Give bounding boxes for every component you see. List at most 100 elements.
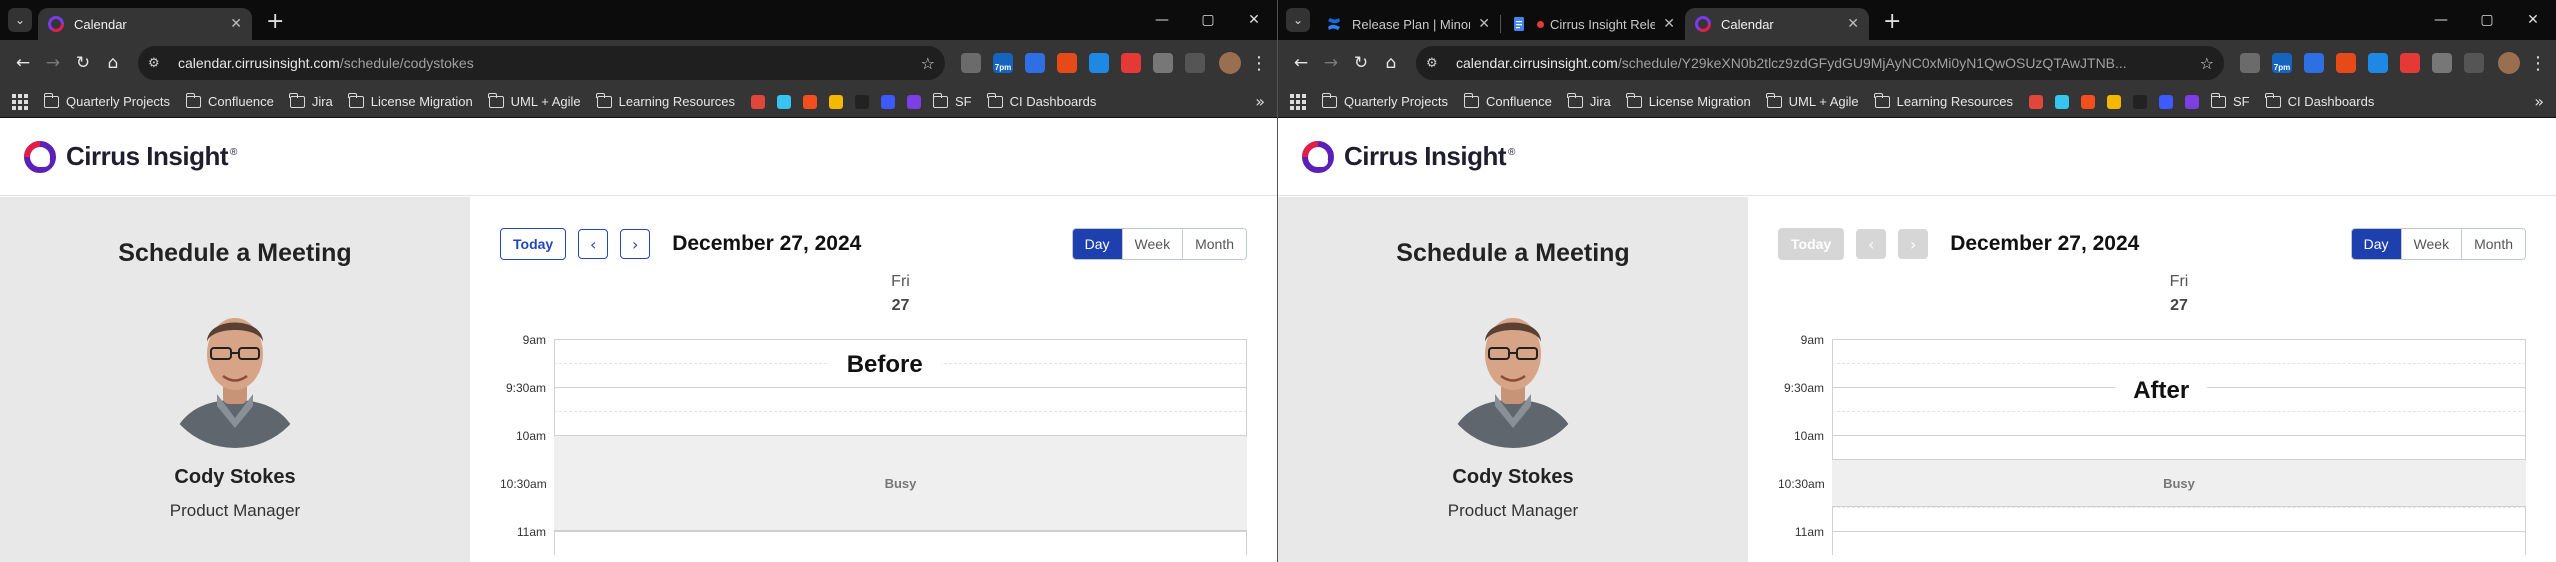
slot-cell[interactable] — [1832, 411, 2526, 435]
close-window-button[interactable]: ✕ — [2510, 0, 2556, 40]
bookmark-star-icon[interactable]: ☆ — [921, 54, 935, 73]
bookmark-icon[interactable] — [803, 94, 829, 109]
profile-extension-icon[interactable] — [1089, 53, 1109, 73]
slot-cell[interactable] — [1832, 531, 2526, 555]
reload-button[interactable]: ↻ — [1346, 48, 1376, 78]
bookmark-icon[interactable] — [2029, 94, 2055, 109]
bookmark-icon[interactable] — [777, 94, 803, 109]
slot-cell[interactable] — [1832, 435, 2526, 459]
tab-close-icon[interactable]: ✕ — [1839, 16, 1859, 32]
bookmark-folder[interactable]: License Migration — [348, 92, 473, 109]
calendar-extension-icon[interactable]: 7pm — [993, 53, 1013, 73]
bookmark-icon[interactable] — [2081, 94, 2107, 109]
maximize-button[interactable]: ▢ — [1185, 0, 1231, 40]
next-day-button[interactable]: › — [620, 229, 651, 259]
bookmark-folder[interactable]: Quarterly Projects — [43, 92, 170, 109]
bookmark-folder[interactable]: Learning Resources — [596, 92, 735, 109]
bookmark-folder[interactable]: Confluence — [1463, 92, 1552, 109]
bookmark-folder[interactable]: SF — [932, 92, 972, 109]
bookmark-icon[interactable] — [2107, 94, 2133, 109]
browser-tab[interactable]: Release Plan | Minor | Prod. 12/✕ — [1316, 8, 1500, 40]
site-info-icon[interactable]: ⚙ — [148, 56, 168, 71]
bookmark-icon[interactable] — [2133, 94, 2159, 109]
glasses-extension-icon[interactable] — [1153, 53, 1173, 73]
apps-grid-icon[interactable] — [12, 93, 28, 110]
bookmark-icon[interactable] — [2055, 94, 2081, 109]
address-bar[interactable]: ⚙ calendar.cirrusinsight.com/schedule/Y29… — [1416, 46, 2224, 80]
tab-search-button[interactable]: ⌄ — [1286, 8, 1310, 32]
mail-extension-icon[interactable] — [961, 53, 981, 73]
view-day-button[interactable]: Day — [2351, 229, 2401, 259]
puzzle-extension-icon[interactable] — [2464, 53, 2484, 73]
slot-cell[interactable] — [554, 531, 1247, 555]
tabs-extension-icon[interactable] — [1121, 53, 1141, 73]
reload-button[interactable]: ↻ — [68, 48, 98, 78]
bookmark-star-icon[interactable]: ☆ — [2200, 54, 2214, 73]
address-bar[interactable]: ⚙ calendar.cirrusinsight.com/schedule/cod… — [138, 46, 945, 80]
slot-cell[interactable] — [554, 387, 1247, 411]
browser-menu-icon[interactable]: ⋮ — [2528, 53, 2548, 74]
more-bookmarks-icon[interactable]: » — [1255, 92, 1265, 111]
bookmark-icon[interactable] — [829, 94, 855, 109]
view-week-button[interactable]: Week — [1121, 229, 1183, 259]
copilot-extension-icon[interactable] — [1025, 53, 1045, 73]
bookmark-folder[interactable]: License Migration — [1626, 92, 1751, 109]
bookmark-folder[interactable]: SF — [2210, 92, 2250, 109]
browser-tab[interactable]: Calendar ✕ — [38, 8, 252, 40]
view-day-button[interactable]: Day — [1072, 229, 1122, 259]
glasses-extension-icon[interactable] — [2432, 53, 2452, 73]
color-extension-icon[interactable] — [2336, 53, 2356, 73]
bookmark-icon[interactable] — [2185, 94, 2211, 109]
view-week-button[interactable]: Week — [2400, 229, 2462, 259]
home-button[interactable]: ⌂ — [98, 48, 128, 78]
apps-grid-icon[interactable] — [1290, 93, 1306, 110]
prev-day-button[interactable]: ‹ — [578, 229, 609, 259]
bookmark-icon[interactable] — [751, 94, 777, 109]
browser-menu-icon[interactable]: ⋮ — [1249, 53, 1269, 74]
back-button[interactable]: ← — [8, 48, 38, 78]
mail-extension-icon[interactable] — [2240, 53, 2260, 73]
profile-avatar[interactable] — [1219, 52, 1241, 74]
forward-button[interactable]: → — [1316, 48, 1346, 78]
tab-close-icon[interactable]: ✕ — [222, 16, 242, 32]
close-window-button[interactable]: ✕ — [1231, 0, 1277, 40]
bookmark-icon[interactable] — [2159, 94, 2185, 109]
browser-tab[interactable]: Cirrus Insight Release and Fe✕ — [1501, 8, 1685, 40]
view-month-button[interactable]: Month — [2461, 229, 2525, 259]
new-tab-button[interactable]: + — [1883, 10, 1901, 34]
tab-search-button[interactable]: ⌄ — [8, 8, 32, 32]
bookmark-icon[interactable] — [881, 94, 907, 109]
minimize-button[interactable]: — — [2418, 0, 2464, 40]
bookmark-folder[interactable]: Confluence — [185, 92, 274, 109]
maximize-button[interactable]: ▢ — [2464, 0, 2510, 40]
bookmark-folder[interactable]: UML + Agile — [488, 92, 581, 109]
slot-cell[interactable] — [554, 411, 1247, 435]
bookmark-icon[interactable] — [855, 94, 881, 109]
bookmark-folder[interactable]: Jira — [289, 92, 333, 109]
calendar-extension-icon[interactable]: 7pm — [2272, 53, 2292, 73]
new-tab-button[interactable]: + — [266, 10, 284, 34]
minimize-button[interactable]: — — [1139, 0, 1185, 40]
view-month-button[interactable]: Month — [1182, 229, 1246, 259]
bookmark-folder[interactable]: CI Dashboards — [987, 92, 1096, 109]
bookmark-folder[interactable]: Learning Resources — [1874, 92, 2013, 109]
browser-tab[interactable]: Calendar ✕ — [1685, 8, 1869, 40]
tab-close-icon[interactable]: ✕ — [1470, 16, 1490, 32]
copilot-extension-icon[interactable] — [2304, 53, 2324, 73]
slot-cell[interactable] — [1832, 507, 2526, 531]
today-button[interactable]: Today — [500, 228, 567, 260]
bookmark-folder[interactable]: Jira — [1567, 92, 1611, 109]
color-extension-icon[interactable] — [1057, 53, 1077, 73]
profile-avatar[interactable] — [2498, 52, 2520, 74]
back-button[interactable]: ← — [1286, 48, 1316, 78]
bookmark-folder[interactable]: CI Dashboards — [2265, 92, 2374, 109]
tab-close-icon[interactable]: ✕ — [1655, 16, 1675, 32]
slot-cell[interactable] — [1832, 339, 2526, 363]
more-bookmarks-icon[interactable]: » — [2534, 92, 2544, 111]
bookmark-folder[interactable]: UML + Agile — [1766, 92, 1859, 109]
tabs-extension-icon[interactable] — [2400, 53, 2420, 73]
forward-button[interactable]: → — [38, 48, 68, 78]
puzzle-extension-icon[interactable] — [1185, 53, 1205, 73]
site-info-icon[interactable]: ⚙ — [1426, 56, 1446, 71]
bookmark-icon[interactable] — [907, 94, 933, 109]
